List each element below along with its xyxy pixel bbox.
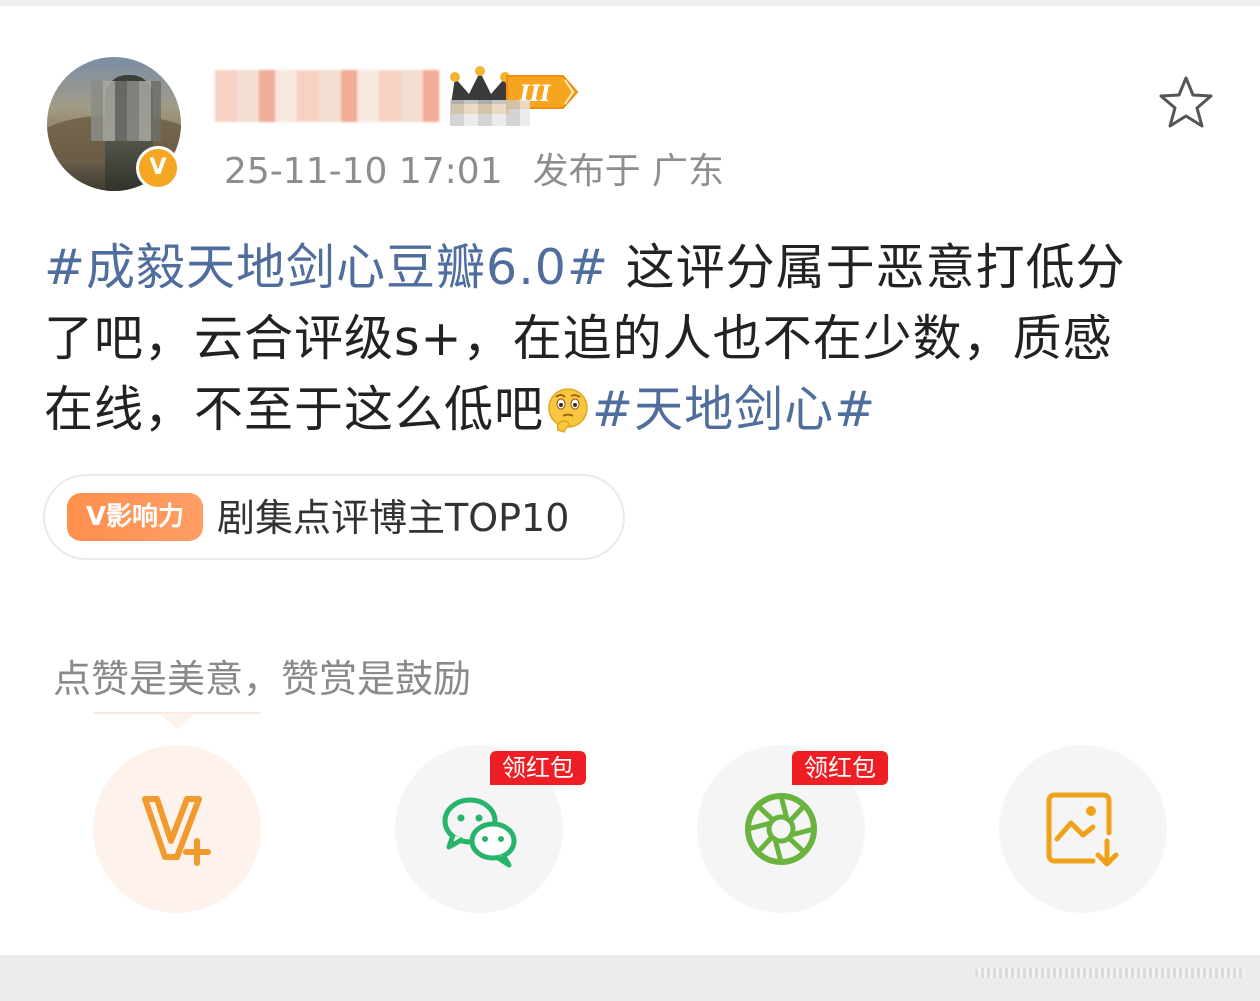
image-download-icon (1046, 792, 1119, 867)
verified-v-badge: V (136, 146, 180, 190)
hashtag-link[interactable]: #天地剑心# (592, 381, 876, 438)
name-suffix-blurred (450, 100, 530, 126)
v-plus-icon (142, 796, 211, 866)
save-image-button[interactable] (999, 745, 1167, 913)
tooltip-pointer (93, 712, 261, 729)
author-name-blurred[interactable] (215, 70, 440, 122)
post-text: 在线，不至于这么低吧 (44, 381, 545, 438)
thinking-face-emoji-icon (548, 388, 588, 433)
influence-tag[interactable]: V影响力 剧集点评博主TOP10 (43, 474, 625, 560)
v-plus-button[interactable] (93, 745, 261, 913)
top-divider (0, 0, 1260, 6)
scroll-handle[interactable] (975, 968, 1245, 978)
wechat-icon (442, 797, 517, 868)
reward-note: 点赞是美意，赞赏是鼓励 (53, 657, 472, 701)
post-content: #成毅天地剑心豆瓣6.0# 这评分属于恶意打低分 了吧，云合评级s+，在追的人也… (44, 232, 1224, 445)
favorite-star-icon[interactable] (1157, 74, 1215, 130)
post-meta: 25-11-10 17:01 发布于 广东 (224, 142, 724, 194)
post-text: 这评分属于恶意打低分 (609, 239, 1126, 296)
moments-aperture-icon (745, 793, 817, 865)
post-timestamp: 25-11-10 17:01 (224, 151, 503, 192)
post-text: 了吧，云合评级s+，在追的人也不在少数，质感 (44, 310, 1113, 367)
hashtag-link[interactable]: #成毅天地剑心豆瓣6.0# (44, 239, 609, 296)
bottom-bar (0, 955, 1260, 1001)
red-packet-badge: 领红包 (792, 751, 888, 785)
post-location: 发布于 广东 (532, 151, 725, 192)
influence-label: 剧集点评博主TOP10 (217, 496, 570, 540)
red-packet-badge: 领红包 (490, 751, 586, 785)
influence-badge: V影响力 (67, 493, 203, 541)
